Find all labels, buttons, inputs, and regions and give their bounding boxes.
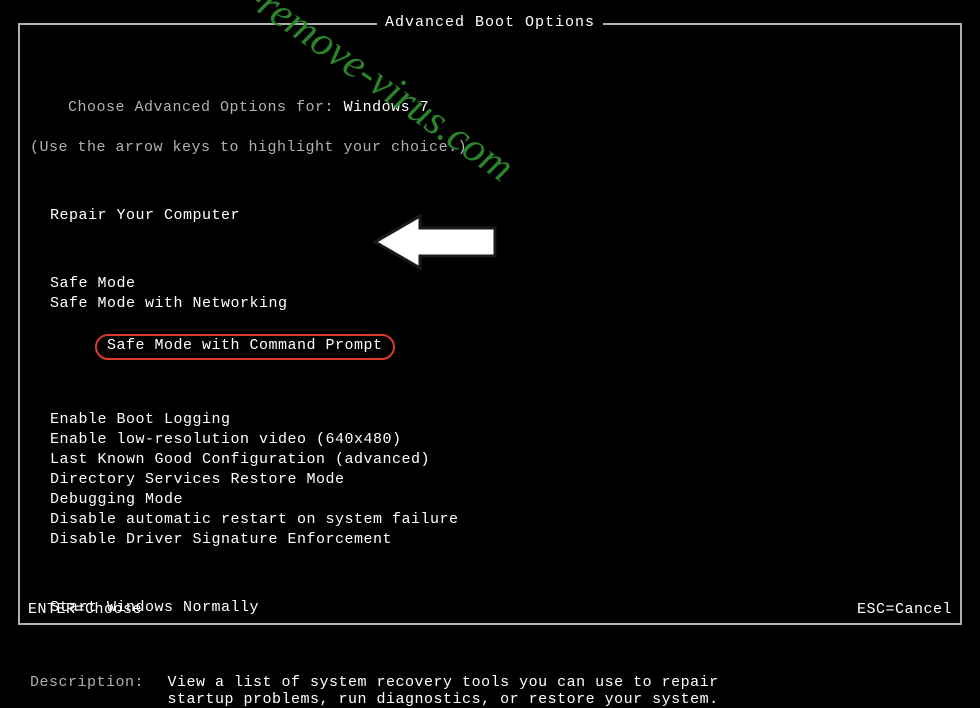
option-safe-mode-cmd[interactable]: Safe Mode with Command Prompt [50,314,950,380]
option-disable-restart[interactable]: Disable automatic restart on system fail… [50,510,950,530]
os-name: Windows 7 [344,99,430,116]
option-ds-restore[interactable]: Directory Services Restore Mode [50,470,950,490]
footer-esc: ESC=Cancel [857,601,952,618]
option-last-known[interactable]: Last Known Good Configuration (advanced) [50,450,950,470]
page-title: Advanced Boot Options [377,14,603,31]
highlighted-option: Safe Mode with Command Prompt [95,334,395,360]
footer-enter: ENTER=Choose [28,601,142,618]
description-text: View a list of system recovery tools you… [168,674,768,708]
choose-prefix: Choose Advanced Options for: [68,99,344,116]
description-label: Description: [30,674,158,691]
option-safe-mode-net[interactable]: Safe Mode with Networking [50,294,950,314]
option-low-res[interactable]: Enable low-resolution video (640x480) [50,430,950,450]
option-repair[interactable]: Repair Your Computer [50,206,950,226]
option-boot-logging[interactable]: Enable Boot Logging [50,410,950,430]
option-safe-mode[interactable]: Safe Mode [50,274,950,294]
option-disable-driver-sig[interactable]: Disable Driver Signature Enforcement [50,530,950,550]
footer-bar: ENTER=Choose ESC=Cancel [28,601,952,618]
choose-line: Choose Advanced Options for: Windows 7 [30,78,950,138]
description-block: Description: View a list of system recov… [30,674,950,708]
instruction-line: (Use the arrow keys to highlight your ch… [30,138,950,158]
option-debugging[interactable]: Debugging Mode [50,490,950,510]
